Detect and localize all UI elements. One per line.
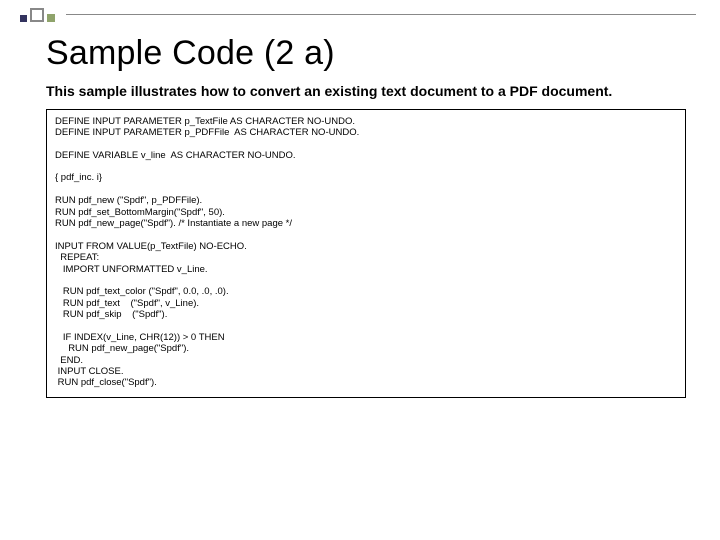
divider — [66, 14, 696, 15]
slide-page: Sample Code (2 a) This sample illustrate… — [0, 0, 720, 540]
slide-content: Sample Code (2 a) This sample illustrate… — [46, 34, 686, 398]
corner-decoration — [20, 8, 66, 22]
code-sample: DEFINE INPUT PARAMETER p_TextFile AS CHA… — [46, 109, 686, 398]
square-icon — [20, 15, 27, 22]
slide-subtitle: This sample illustrates how to convert a… — [46, 83, 686, 101]
slide-title: Sample Code (2 a) — [46, 34, 686, 73]
square-outline-icon — [30, 8, 44, 22]
square-icon — [47, 14, 55, 22]
